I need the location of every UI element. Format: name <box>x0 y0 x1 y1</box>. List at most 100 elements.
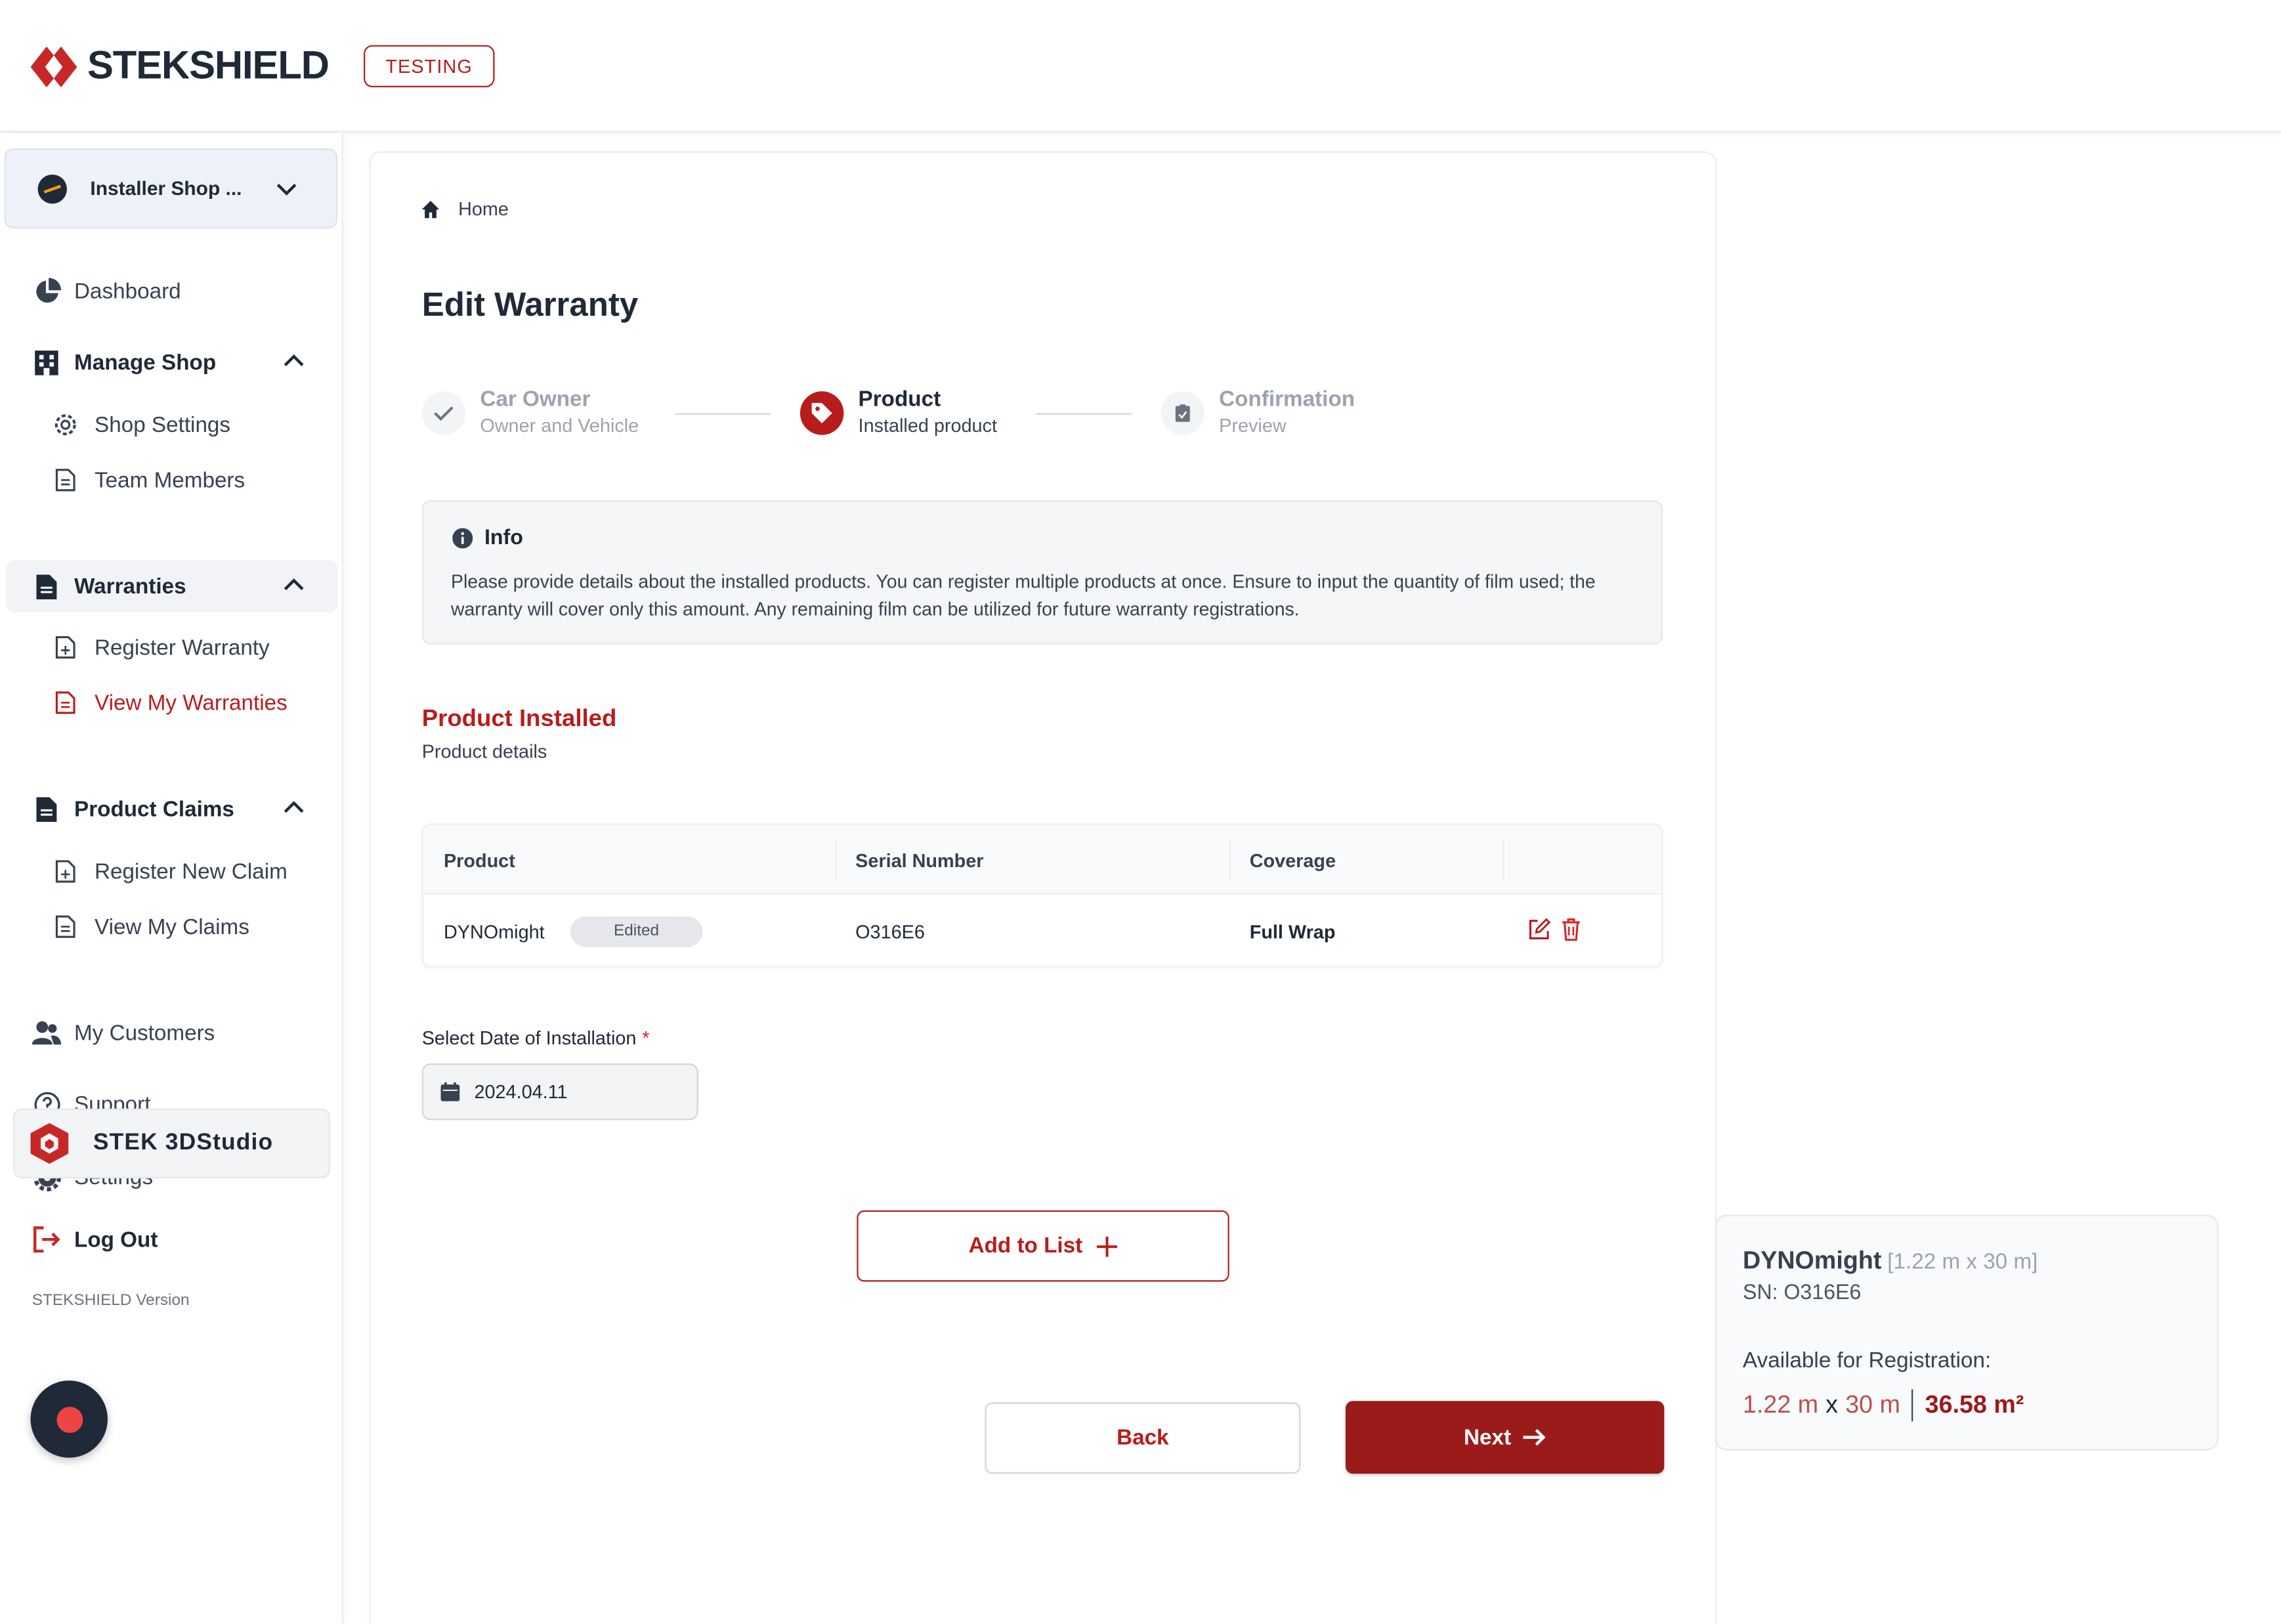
shop-selector-label: Installer Shop ... <box>90 177 242 200</box>
products-table: Product Serial Number Coverage DYNOmight… <box>421 823 1663 968</box>
chevron-down-icon <box>276 183 297 196</box>
times-sign: x <box>1825 1390 1839 1419</box>
required-mark: * <box>642 1027 650 1049</box>
step-car-owner[interactable]: Car Owner Owner and Vehicle <box>421 387 639 440</box>
sidebar-item-view-my-claims[interactable]: View My Claims <box>0 905 343 948</box>
section-title: Product Installed <box>421 705 617 732</box>
breadcrumb-home[interactable]: Home <box>458 198 509 219</box>
column-divider <box>835 839 837 880</box>
summary-product: DYNOmight [1.22 m x 30 m] <box>1743 1247 2037 1275</box>
table-header: Product Serial Number Coverage <box>423 824 1661 895</box>
sidebar-group-product-claims[interactable]: Product Claims <box>0 782 343 835</box>
users-icon <box>32 1018 62 1047</box>
chevron-up-icon <box>284 801 304 813</box>
building-icon <box>32 348 61 377</box>
shop-avatar <box>37 173 67 203</box>
date-value: 2024.04.11 <box>474 1080 568 1103</box>
stek-studio-label: STEK 3DStudio <box>93 1130 274 1155</box>
document-plus-icon <box>53 859 79 885</box>
logout-button[interactable]: Log Out <box>32 1225 158 1254</box>
next-button[interactable]: Next <box>1345 1401 1665 1474</box>
check-icon <box>434 406 454 421</box>
section-subtitle: Product details <box>421 740 547 763</box>
document-icon <box>53 689 79 716</box>
environment-badge: TESTING <box>364 45 495 87</box>
back-label: Back <box>1117 1425 1169 1451</box>
edit-row-button[interactable] <box>1526 916 1552 943</box>
summary-serial: SN: O316E6 <box>1743 1281 1862 1305</box>
delete-row-button[interactable] <box>1558 916 1585 943</box>
info-body: Please provide details about the install… <box>451 570 1596 620</box>
sidebar-item-label: View My Claims <box>95 914 249 939</box>
sidebar-item-view-my-warranties[interactable]: View My Warranties <box>0 681 343 724</box>
document-icon <box>53 914 79 940</box>
shop-selector[interactable]: Installer Shop ... <box>4 148 338 228</box>
date-label-text: Select Date of Installation <box>421 1027 637 1049</box>
available-area: 36.58 m² <box>1925 1390 2024 1419</box>
step-confirmation[interactable]: Confirmation Preview <box>1161 387 1355 440</box>
sidebar-item-label: View My Warranties <box>95 690 288 716</box>
sidebar-item-team-members[interactable]: Team Members <box>0 458 343 502</box>
column-header-product: Product <box>443 849 515 872</box>
back-button[interactable]: Back <box>985 1402 1301 1474</box>
value-separator <box>1911 1389 1913 1422</box>
trash-icon <box>1562 918 1580 941</box>
column-divider <box>1503 839 1504 880</box>
installation-date-input[interactable]: 2024.04.11 <box>421 1063 698 1121</box>
step-title: Car Owner <box>480 387 591 412</box>
summary-dimensions: [1.22 m x 30 m] <box>1887 1249 2038 1275</box>
clipboard-check-icon <box>1175 404 1190 422</box>
step-title: Product <box>858 387 941 412</box>
info-icon <box>452 528 473 549</box>
sidebar-item-label: Dashboard <box>74 278 181 304</box>
brand-name: STEKSHIELD <box>87 43 330 87</box>
gear-icon <box>53 412 79 438</box>
step-current-marker <box>799 391 844 435</box>
sidebar-group-warranties[interactable]: Warranties <box>0 560 343 612</box>
record-button[interactable] <box>30 1380 108 1458</box>
sidebar-item-label: My Customers <box>74 1020 215 1046</box>
step-subtitle: Owner and Vehicle <box>480 414 639 437</box>
next-label: Next <box>1464 1424 1512 1450</box>
file-icon <box>32 794 61 823</box>
cell-product: DYNOmight <box>443 920 545 943</box>
brand-logo[interactable]: STEKSHIELD <box>29 43 330 89</box>
step-connector <box>1035 413 1132 415</box>
cell-serial: O316E6 <box>855 920 925 943</box>
sidebar-item-shop-settings[interactable]: Shop Settings <box>0 403 343 446</box>
sidebar-group-label: Warranties <box>74 574 186 599</box>
logout-icon <box>33 1226 60 1253</box>
available-width: 1.22 m <box>1743 1390 1819 1419</box>
sidebar-item-my-customers[interactable]: My Customers <box>0 1007 343 1059</box>
stek-studio-logo-icon <box>30 1122 69 1164</box>
available-length: 30 m <box>1845 1390 1900 1419</box>
document-icon <box>53 467 79 493</box>
stek-3dstudio-link[interactable]: STEK 3DStudio <box>12 1108 331 1179</box>
available-label: Available for Registration: <box>1743 1348 1992 1374</box>
info-title: Info <box>484 526 523 550</box>
stekshield-logo-icon <box>30 45 77 87</box>
step-upcoming-marker <box>1161 391 1205 435</box>
column-divider <box>1229 839 1231 880</box>
step-connector <box>675 413 771 415</box>
pie-chart-icon <box>32 276 61 305</box>
sidebar-item-label: Shop Settings <box>95 412 231 437</box>
calendar-icon <box>440 1082 460 1101</box>
column-header-serial: Serial Number <box>855 849 984 872</box>
breadcrumb: Home <box>421 198 509 220</box>
sidebar-group-manage-shop[interactable]: Manage Shop <box>0 336 343 389</box>
date-field-label: Select Date of Installation * <box>422 1027 650 1049</box>
add-to-list-label: Add to List <box>968 1233 1083 1259</box>
info-box: Info Please provide details about the in… <box>421 500 1663 645</box>
plus-icon <box>1097 1235 1118 1256</box>
step-completed-marker <box>421 391 466 435</box>
sidebar-item-label: Register New Claim <box>95 859 288 884</box>
column-header-coverage: Coverage <box>1249 849 1336 872</box>
sidebar-item-register-new-claim[interactable]: Register New Claim <box>0 849 343 893</box>
sidebar-item-register-warranty[interactable]: Register Warranty <box>0 626 343 669</box>
cell-coverage: Full Wrap <box>1249 920 1336 943</box>
add-to-list-button[interactable]: Add to List <box>857 1210 1229 1282</box>
step-subtitle: Preview <box>1219 414 1287 437</box>
sidebar-item-dashboard[interactable]: Dashboard <box>0 265 343 317</box>
step-product[interactable]: Product Installed product <box>799 387 997 440</box>
